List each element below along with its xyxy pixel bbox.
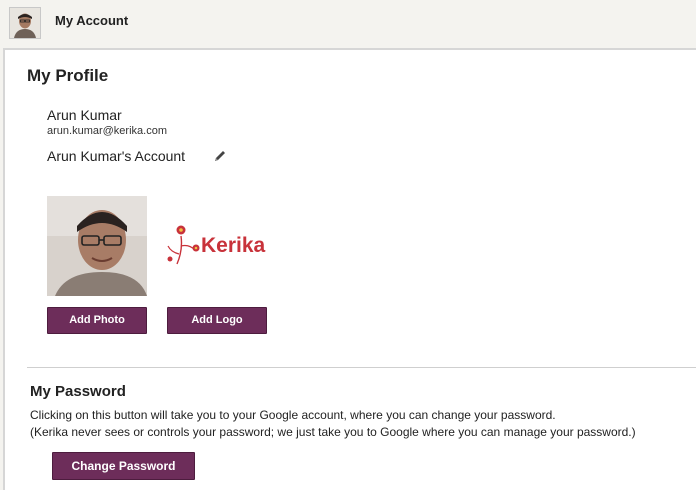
pencil-icon[interactable] — [212, 148, 228, 164]
password-description-line1: Clicking on this button will take you to… — [30, 408, 556, 422]
password-description: Clicking on this button will take you to… — [30, 407, 636, 441]
add-logo-button[interactable]: Add Logo — [167, 307, 267, 334]
profile-heading: My Profile — [27, 66, 109, 85]
change-password-button[interactable]: Change Password — [52, 452, 195, 480]
password-description-line2: (Kerika never sees or controls your pass… — [30, 425, 636, 439]
profile-photo — [47, 196, 147, 296]
top-bar: My Account — [0, 0, 696, 44]
company-logo: Kerika — [165, 218, 275, 274]
user-name: Arun Kumar — [47, 107, 122, 123]
account-panel: My Profile Arun Kumar arun.kumar@kerika.… — [3, 48, 696, 490]
account-name: Arun Kumar's Account — [47, 148, 186, 164]
page-title: My Account — [55, 13, 129, 28]
add-photo-button[interactable]: Add Photo — [47, 307, 147, 334]
section-divider — [27, 367, 696, 368]
user-email: arun.kumar@kerika.com — [47, 125, 167, 137]
password-heading: My Password — [30, 383, 126, 400]
logo-text: Kerika — [201, 234, 266, 257]
user-avatar[interactable] — [9, 7, 41, 39]
